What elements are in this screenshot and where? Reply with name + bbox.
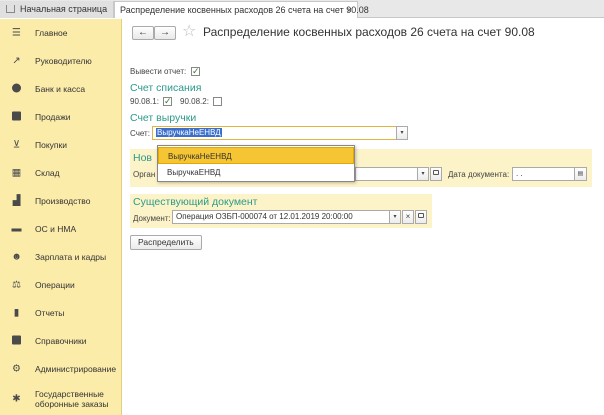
distribute-button[interactable]: Распределить xyxy=(130,235,202,250)
sidebar-item-defense[interactable]: ✱ Государственные оборонные заказы xyxy=(0,383,122,415)
sidebar-item-warehouse[interactable]: ▦ Склад xyxy=(0,159,122,187)
document-dropdown-button[interactable]: ▾ xyxy=(389,210,401,224)
factory-icon: ▟ xyxy=(12,195,21,207)
sidebar-item-salary[interactable]: ☻ Зарплата и кадры xyxy=(0,243,122,271)
sidebar-item-label: Зарплата и кадры xyxy=(35,252,107,262)
main-content: ← → ☆ Распределение косвенных расходов 2… xyxy=(123,19,604,415)
tab-distribution[interactable]: Распределение косвенных расходов 26 счет… xyxy=(114,1,369,18)
organization-open-button[interactable] xyxy=(430,167,442,181)
home-icon xyxy=(6,5,15,13)
sidebar-item-sales[interactable]: Продажи xyxy=(0,103,122,131)
account-dropdown-button[interactable]: ▾ xyxy=(396,126,408,140)
dropdown-option[interactable]: ВыручкаЕНВД xyxy=(158,164,354,181)
sidebar-item-label: Главное xyxy=(35,28,68,38)
tab-home-label: Начальная страница xyxy=(20,4,108,14)
sidebar-item-bank[interactable]: Банк и касса xyxy=(0,75,122,103)
cart-icon: ⊻ xyxy=(12,139,21,151)
trend-icon: ↗ xyxy=(12,55,21,67)
close-icon[interactable]: × xyxy=(347,2,352,18)
sidebar-item-assets[interactable]: ▬ ОС и НМА xyxy=(0,215,122,243)
bag-icon xyxy=(11,111,22,123)
revenue-section-title: Счет выручки xyxy=(130,112,197,124)
sidebar: ☰ Главное ↗ Руководителю Банк и касса Пр… xyxy=(0,19,122,415)
document-label: Документ: xyxy=(133,214,171,223)
sidebar-item-production[interactable]: ▟ Производство xyxy=(0,187,122,215)
back-button[interactable]: ← xyxy=(132,26,154,40)
tab-home[interactable]: Начальная страница xyxy=(0,1,114,18)
sidebar-item-label: Отчеты xyxy=(35,308,65,318)
existing-document-title: Существующий документ xyxy=(133,196,258,208)
date-field[interactable]: . . xyxy=(512,167,575,181)
chart-icon: ▮ xyxy=(13,307,20,319)
sidebar-item-label: Администрирование xyxy=(35,364,117,374)
sidebar-item-label: Справочники xyxy=(35,336,87,346)
sidebar-item-reports[interactable]: ▮ Отчеты xyxy=(0,299,122,327)
book-icon xyxy=(11,335,22,347)
acc1-label: 90.08.1: xyxy=(130,97,159,106)
warehouse-icon: ▦ xyxy=(11,167,22,179)
sidebar-item-label: ОС и НМА xyxy=(35,224,77,234)
sidebar-item-label: Производство xyxy=(35,196,91,206)
calendar-icon[interactable]: ▤ xyxy=(574,167,587,181)
sidebar-item-admin[interactable]: ⚙ Администрирование xyxy=(0,355,122,383)
coin-icon xyxy=(11,83,22,95)
date-label: Дата документа: xyxy=(448,170,510,179)
operations-icon: ⚖ xyxy=(12,279,21,291)
sidebar-item-label: Покупки xyxy=(35,140,67,150)
defense-icon: ✱ xyxy=(12,393,21,405)
sidebar-item-label: Банк и касса xyxy=(35,84,86,94)
sidebar-item-main[interactable]: ☰ Главное xyxy=(0,19,122,47)
acc2-label: 90.08.2: xyxy=(180,97,209,106)
sidebar-item-label: Государственные оборонные заказы xyxy=(35,389,109,409)
sidebar-item-catalogs[interactable]: Справочники xyxy=(0,327,122,355)
menu-icon: ☰ xyxy=(12,27,21,39)
writeoff-section-title: Счет списания xyxy=(130,82,202,94)
sidebar-item-label: Руководителю xyxy=(35,56,92,66)
new-document-title: Нов xyxy=(133,152,153,164)
acc2-checkbox[interactable] xyxy=(213,97,222,106)
sidebar-item-label: Склад xyxy=(35,168,60,178)
open-link-icon xyxy=(433,170,439,175)
people-icon: ☻ xyxy=(11,251,22,263)
report-label: Вывести отчет: xyxy=(130,67,187,76)
sidebar-item-purchases[interactable]: ⊻ Покупки xyxy=(0,131,122,159)
tab-distribution-label: Распределение косвенных расходов 26 счет… xyxy=(120,5,369,15)
account-value: ВыручкаНеЕНВД xyxy=(156,128,222,137)
account-label: Счет: xyxy=(130,129,150,138)
dropdown-option-selected[interactable]: ВыручкаНеЕНВД xyxy=(158,147,354,164)
report-checkbox[interactable]: ✓ xyxy=(191,67,200,76)
account-field[interactable]: ВыручкаНеЕНВД xyxy=(152,126,398,140)
tab-bar: Начальная страница Распределение косвенн… xyxy=(0,0,604,18)
truck-icon: ▬ xyxy=(11,223,22,235)
document-open-button[interactable] xyxy=(415,210,427,224)
page-title: Распределение косвенных расходов 26 счет… xyxy=(203,25,535,39)
sidebar-item-manager[interactable]: ↗ Руководителю xyxy=(0,47,122,75)
open-link-icon xyxy=(418,213,424,218)
gear-icon: ⚙ xyxy=(12,363,21,375)
favorite-star-icon[interactable]: ☆ xyxy=(182,23,196,41)
document-field[interactable]: Операция ОЗБП-000074 от 12.01.2019 20:00… xyxy=(172,210,390,224)
organization-field[interactable] xyxy=(355,167,419,181)
sidebar-item-operations[interactable]: ⚖ Операции xyxy=(0,271,122,299)
clear-icon[interactable]: × xyxy=(402,210,414,224)
organization-label: Орган xyxy=(133,170,156,179)
account-dropdown-list: ВыручкаНеЕНВД ВыручкаЕНВД xyxy=(157,145,355,182)
acc1-checkbox[interactable]: ✓ xyxy=(163,97,172,106)
forward-button[interactable]: → xyxy=(154,26,176,40)
sidebar-item-label: Продажи xyxy=(35,112,71,122)
organization-dropdown-button[interactable]: ▾ xyxy=(417,167,429,181)
sidebar-item-label: Операции xyxy=(35,280,75,290)
